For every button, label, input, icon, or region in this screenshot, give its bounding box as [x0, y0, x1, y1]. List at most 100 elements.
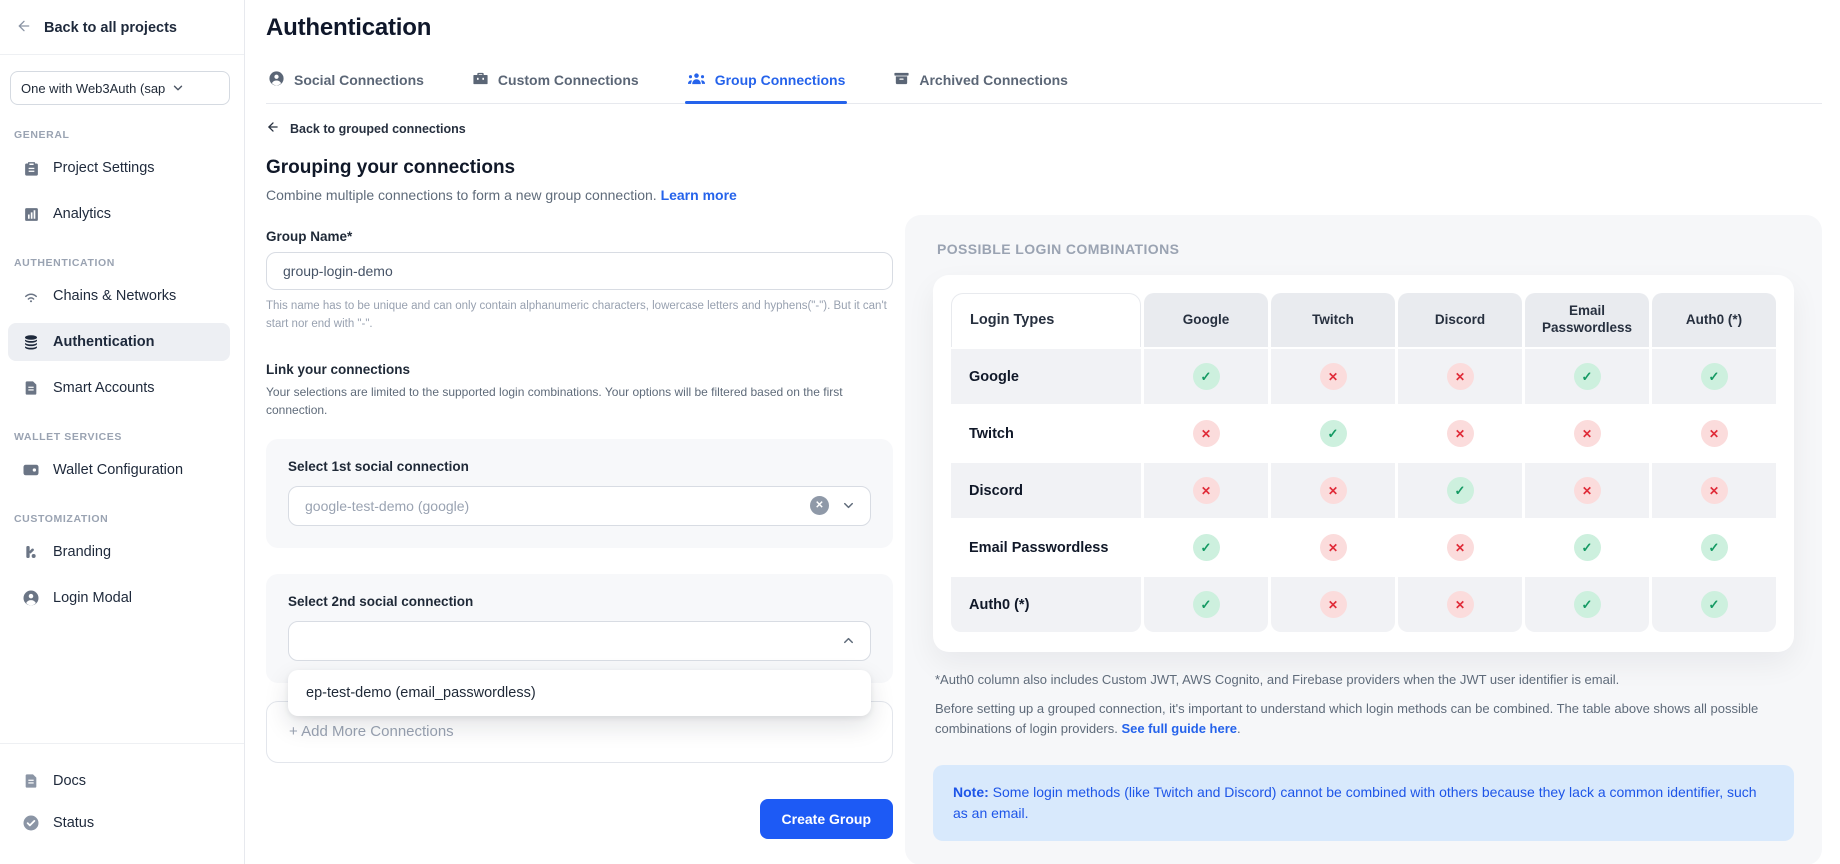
- combination-cell: ✓: [1525, 577, 1649, 632]
- group-name-label: Group Name*: [266, 229, 893, 244]
- combination-cell: ✕: [1398, 520, 1522, 575]
- combination-cell: ✓: [1652, 349, 1776, 404]
- sidebar-footer: Docs Status: [0, 743, 244, 864]
- learn-more-link[interactable]: Learn more: [661, 187, 737, 203]
- sidebar-item-authentication[interactable]: Authentication: [8, 323, 230, 361]
- combination-cell: ✕: [1271, 463, 1395, 518]
- form-heading: Grouping your connections: [266, 157, 893, 179]
- cross-icon: ✕: [1447, 363, 1474, 390]
- section-label-authentication: AUTHENTICATION: [14, 257, 244, 269]
- combination-cell: ✓: [1144, 577, 1268, 632]
- combination-cell: ✓: [1144, 520, 1268, 575]
- select2-dropdown[interactable]: [288, 621, 871, 661]
- create-group-button[interactable]: Create Group: [760, 799, 893, 839]
- project-selector[interactable]: One with Web3Auth (sap: [10, 71, 230, 105]
- combinations-table: Login TypesGoogleTwitchDiscordEmail Pass…: [951, 293, 1776, 632]
- page-title: Authentication: [266, 14, 1822, 42]
- cross-icon: ✕: [1193, 420, 1220, 447]
- check-icon: ✓: [1193, 534, 1220, 561]
- sidebar-item-docs[interactable]: Docs: [8, 762, 230, 800]
- combination-cell: ✕: [1398, 406, 1522, 461]
- arrow-left-icon: [266, 120, 280, 137]
- sidebar-item-branding[interactable]: Branding: [8, 533, 230, 571]
- select2-label: Select 2nd social connection: [288, 594, 871, 609]
- select1-dropdown[interactable]: google-test-demo (google) ✕: [288, 486, 871, 526]
- group-name-input[interactable]: [266, 252, 893, 290]
- check-icon: ✓: [1701, 591, 1728, 618]
- tab-archived-connections[interactable]: Archived Connections: [891, 62, 1070, 103]
- combination-cell: ✕: [1652, 463, 1776, 518]
- link-connections-title: Link your connections: [266, 362, 893, 377]
- chevron-down-icon: [171, 81, 185, 95]
- check-icon: ✓: [1574, 363, 1601, 390]
- combination-cell: ✓: [1271, 406, 1395, 461]
- cross-icon: ✕: [1701, 477, 1728, 504]
- combination-cell: ✓: [1525, 349, 1649, 404]
- combination-cell: ✕: [1398, 577, 1522, 632]
- sidebar-item-chains-networks[interactable]: Chains & Networks: [8, 277, 230, 315]
- column-header: Auth0 (*): [1652, 293, 1776, 347]
- cross-icon: ✕: [1320, 591, 1347, 618]
- wifi-icon: [22, 287, 40, 305]
- guide-text: Before setting up a grouped connection, …: [935, 699, 1794, 739]
- file-icon: [22, 379, 40, 397]
- check-icon: ✓: [1193, 591, 1220, 618]
- select2-options-menu: ep-test-demo (email_passwordless): [288, 670, 871, 716]
- tab-custom-connections[interactable]: Custom Connections: [470, 62, 641, 103]
- person-icon: [268, 70, 285, 90]
- cross-icon: ✕: [1701, 420, 1728, 447]
- check-icon: ✓: [1447, 477, 1474, 504]
- note-callout: Note: Some login methods (like Twitch an…: [933, 765, 1794, 841]
- column-header: Google: [1144, 293, 1268, 347]
- column-header: Discord: [1398, 293, 1522, 347]
- bar-chart-icon: [22, 205, 40, 223]
- combination-cell: ✕: [1144, 463, 1268, 518]
- sidebar-item-analytics[interactable]: Analytics: [8, 195, 230, 233]
- sidebar-item-label: Status: [53, 815, 94, 831]
- full-guide-link[interactable]: See full guide here: [1121, 721, 1237, 736]
- combination-cell: ✕: [1525, 463, 1649, 518]
- sidebar-item-label: Smart Accounts: [53, 380, 155, 396]
- combinations-table-card: Login TypesGoogleTwitchDiscordEmail Pass…: [933, 275, 1794, 652]
- sidebar-item-login-modal[interactable]: Login Modal: [8, 579, 230, 617]
- clear-selection-icon[interactable]: ✕: [810, 496, 829, 515]
- combination-cell: ✓: [1652, 577, 1776, 632]
- cross-icon: ✕: [1574, 477, 1601, 504]
- combination-cell: ✓: [1525, 520, 1649, 575]
- back-to-projects-link[interactable]: Back to all projects: [0, 0, 244, 55]
- sidebar-item-label: Authentication: [53, 334, 155, 350]
- column-header: Twitch: [1271, 293, 1395, 347]
- chevron-down-icon: [841, 498, 856, 513]
- sidebar-item-status[interactable]: Status: [8, 804, 230, 842]
- check-circle-icon: [22, 814, 40, 832]
- sidebar-item-project-settings[interactable]: Project Settings: [8, 149, 230, 187]
- back-to-grouped-connections-link[interactable]: Back to grouped connections: [266, 120, 893, 137]
- section-label-general: GENERAL: [14, 129, 244, 141]
- note-text: Some login methods (like Twitch and Disc…: [953, 784, 1757, 821]
- row-label: Auth0 (*): [951, 577, 1141, 632]
- combination-cell: ✕: [1271, 577, 1395, 632]
- section-label-customization: CUSTOMIZATION: [14, 513, 244, 525]
- project-selector-value: One with Web3Auth (sap: [21, 81, 165, 96]
- sidebar-item-wallet-configuration[interactable]: Wallet Configuration: [8, 451, 230, 489]
- clipboard-icon: [22, 159, 40, 177]
- cross-icon: ✕: [1447, 420, 1474, 447]
- row-label: Twitch: [951, 406, 1141, 461]
- check-icon: ✓: [1320, 420, 1347, 447]
- check-icon: ✓: [1574, 534, 1601, 561]
- sidebar-item-smart-accounts[interactable]: Smart Accounts: [8, 369, 230, 407]
- cross-icon: ✕: [1574, 420, 1601, 447]
- option-ep-test-demo[interactable]: ep-test-demo (email_passwordless): [288, 670, 871, 716]
- second-connection-card: Select 2nd social connection ep-test-dem…: [266, 574, 893, 683]
- database-stack-icon: [22, 333, 40, 351]
- combination-cell: ✕: [1652, 406, 1776, 461]
- tab-social-connections[interactable]: Social Connections: [266, 62, 426, 103]
- cross-icon: ✕: [1447, 534, 1474, 561]
- combinations-title: POSSIBLE LOGIN COMBINATIONS: [937, 241, 1794, 257]
- archive-icon: [893, 70, 910, 90]
- combination-cell: ✓: [1652, 520, 1776, 575]
- tab-group-connections[interactable]: Group Connections: [685, 62, 848, 103]
- chevron-up-icon: [841, 633, 856, 648]
- column-header: Login Types: [951, 293, 1141, 347]
- cross-icon: ✕: [1320, 363, 1347, 390]
